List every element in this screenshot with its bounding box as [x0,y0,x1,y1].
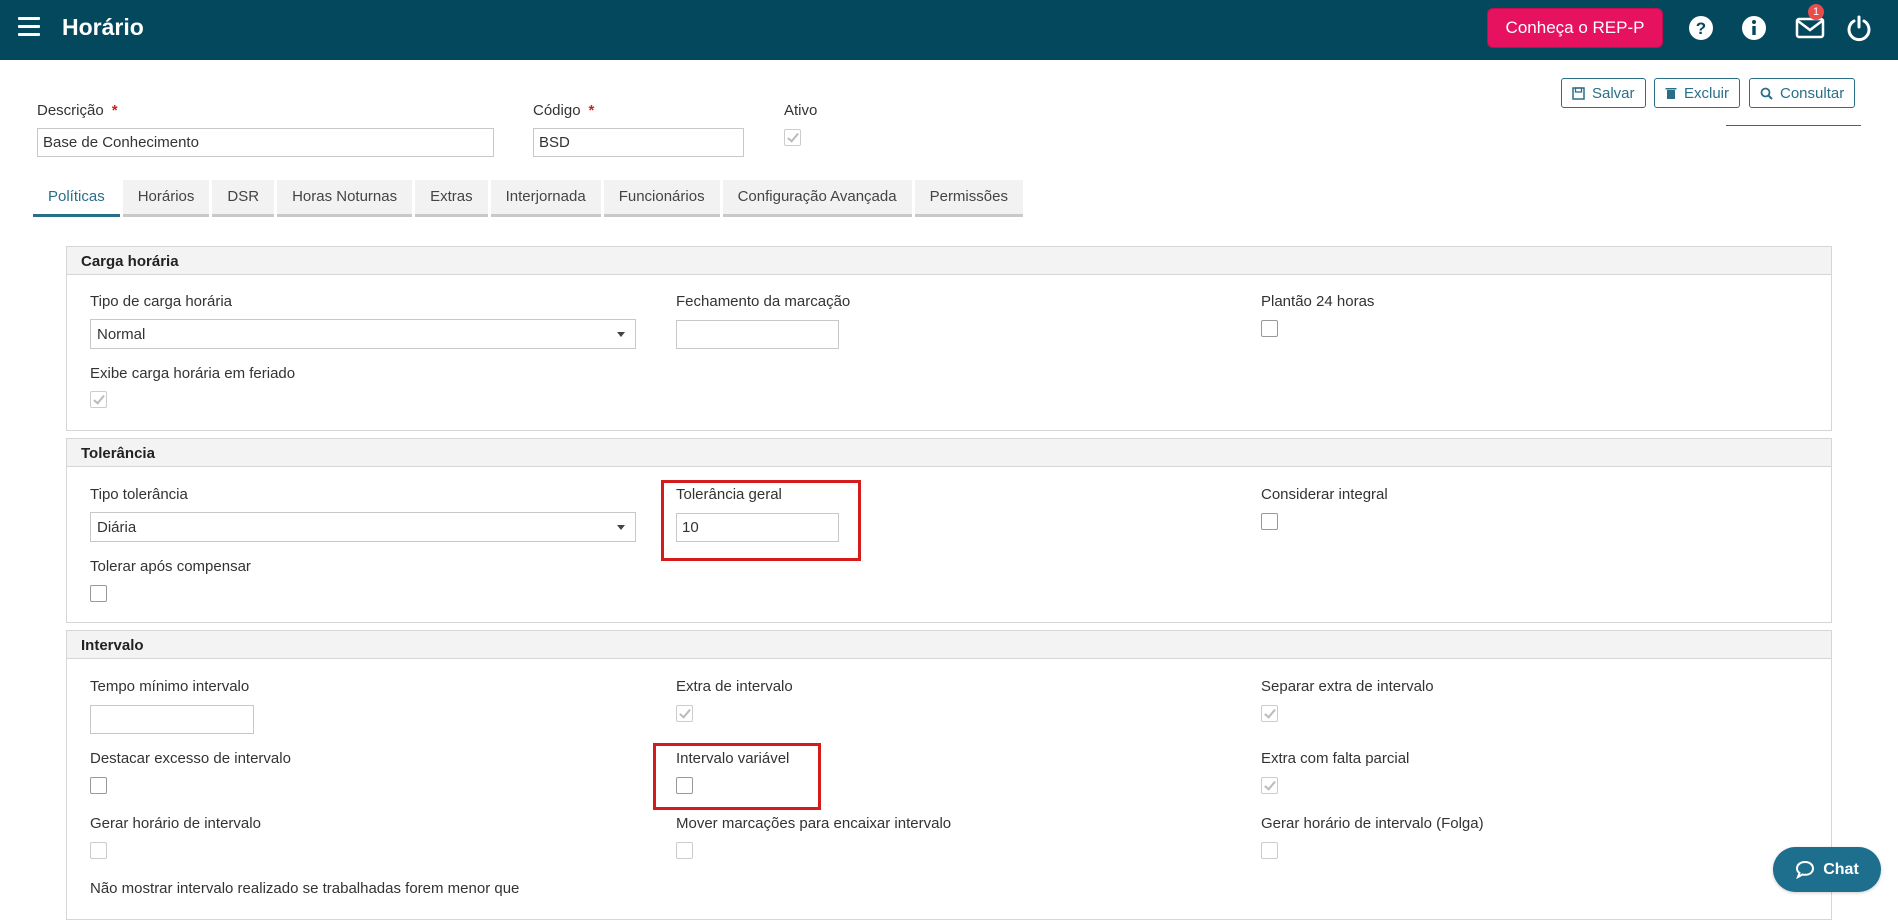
chevron-down-icon [617,332,625,337]
extra-intervalo-checkbox[interactable] [676,705,693,722]
plantao-checkbox[interactable] [1261,320,1278,337]
mover-marcacoes-checkbox[interactable] [676,842,693,859]
tipo-tolerancia-label: Tipo tolerância [90,486,188,503]
power-icon[interactable] [1845,14,1873,42]
required-mark: * [588,102,595,119]
tab-politicas[interactable]: Políticas [33,180,120,217]
tipo-carga-select[interactable]: Normal [90,319,636,349]
required-mark: * [111,102,118,119]
descricao-label-text: Descrição [37,102,104,119]
top-bar: Horário Conheça o REP-P ? 1 [0,0,1898,60]
tolerancia-title: Tolerância [67,439,1831,467]
tab-permissoes[interactable]: Permissões [914,180,1023,217]
chat-button[interactable]: Chat [1773,847,1881,892]
carga-horaria-title: Carga horária [67,247,1831,275]
extra-falta-parcial-label: Extra com falta parcial [1261,750,1410,767]
tolerar-apos-label: Tolerar após compensar [90,558,251,575]
chat-label: Chat [1823,860,1859,878]
search-button[interactable]: Consultar [1749,78,1856,108]
exibe-feriado-checkbox[interactable] [90,391,107,408]
tab-bar: Políticas Horários DSR Horas Noturnas Ex… [33,180,1026,217]
codigo-label-text: Código [533,102,581,119]
considerar-integral-checkbox[interactable] [1261,513,1278,530]
divider [1726,125,1861,126]
tab-funcionarios[interactable]: Funcionários [603,180,720,217]
tipo-carga-label: Tipo de carga horária [90,293,233,310]
rep-p-button[interactable]: Conheça o REP-P [1487,8,1663,48]
tab-interjornada[interactable]: Interjornada [490,180,601,217]
floppy-icon [1572,86,1585,100]
descricao-input[interactable] [37,128,494,157]
notification-badge: 1 [1808,4,1824,20]
help-icon[interactable]: ? [1687,14,1715,42]
ativo-label: Ativo [784,102,818,119]
tab-configuracao-avancada[interactable]: Configuração Avançada [722,180,912,217]
delete-button[interactable]: Excluir [1654,78,1741,108]
descricao-label: Descrição * [37,102,118,119]
save-button[interactable]: Salvar [1561,78,1646,108]
destacar-excesso-label: Destacar excesso de intervalo [90,750,291,767]
search-icon [1760,87,1773,100]
plantao-label: Plantão 24 horas [1261,293,1375,310]
nao-mostrar-intervalo-label: Não mostrar intervalo realizado se traba… [90,880,520,897]
ativo-checkbox[interactable] [784,129,801,146]
separar-extra-label: Separar extra de intervalo [1261,678,1434,695]
search-label: Consultar [1780,84,1845,102]
extra-intervalo-label: Extra de intervalo [676,678,793,695]
gerar-intervalo-label: Gerar horário de intervalo [90,815,261,832]
gerar-intervalo-folga-checkbox[interactable] [1261,842,1278,859]
info-icon[interactable] [1740,14,1768,42]
tipo-tolerancia-select[interactable]: Diária [90,512,636,542]
intervalo-title: Intervalo [67,631,1831,659]
gerar-intervalo-checkbox[interactable] [90,842,107,859]
fechamento-label: Fechamento da marcação [676,293,851,310]
trash-icon [1665,87,1677,99]
exibe-feriado-label: Exibe carga horária em feriado [90,365,296,382]
tempo-minimo-input[interactable] [90,705,254,734]
tolerar-apos-checkbox[interactable] [90,585,107,602]
extra-falta-parcial-checkbox[interactable] [1261,777,1278,794]
tempo-minimo-label: Tempo mínimo intervalo [90,678,250,695]
fechamento-input[interactable] [676,320,839,349]
menu-icon[interactable] [18,17,40,37]
svg-text:?: ? [1696,19,1706,38]
destacar-excesso-checkbox[interactable] [90,777,107,794]
tab-horas-noturnas[interactable]: Horas Noturnas [277,180,413,217]
tipo-carga-value: Normal [97,326,146,343]
highlight-box [653,743,821,810]
codigo-input[interactable] [533,128,744,157]
codigo-label: Código * [533,102,594,119]
tab-horarios[interactable]: Horários [122,180,210,217]
delete-label: Excluir [1684,84,1730,102]
separar-extra-checkbox[interactable] [1261,705,1278,722]
gerar-intervalo-folga-label: Gerar horário de intervalo (Folga) [1261,815,1484,832]
chevron-down-icon [617,525,625,530]
tab-extras[interactable]: Extras [415,180,488,217]
tab-dsr[interactable]: DSR [212,180,275,217]
page-title: Horário [62,14,144,40]
tipo-tolerancia-value: Diária [97,519,137,536]
considerar-integral-label: Considerar integral [1261,486,1388,503]
chat-bubble-icon [1796,860,1815,879]
intervalo-section: Intervalo [66,630,1832,920]
save-label: Salvar [1592,84,1635,102]
highlight-box [661,480,861,561]
mover-marcacoes-label: Mover marcações para encaixar intervalo [676,815,952,832]
